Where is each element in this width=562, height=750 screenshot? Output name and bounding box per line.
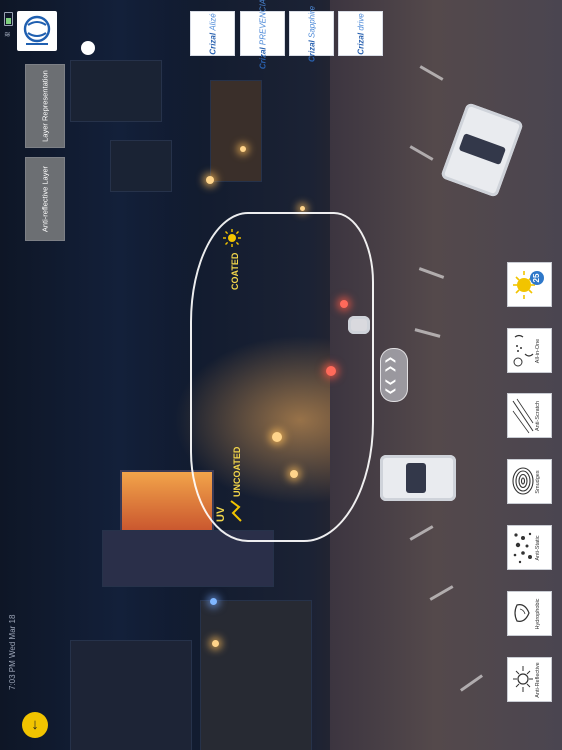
- brand-tile-label: Crizal Sapphire: [307, 5, 316, 62]
- chevron-down-icon: ❮: [385, 377, 397, 387]
- lens-outline: [190, 212, 374, 542]
- coating-slider-handle[interactable]: ❯ ❯ ❮ ❮: [380, 348, 408, 402]
- lane-marking: [419, 65, 444, 81]
- fingerprint-icon: [512, 467, 534, 495]
- all-in-one-icon: [513, 334, 534, 367]
- water-drop-icon: [514, 604, 530, 622]
- uv-index-number: 25: [530, 271, 544, 285]
- feature-anti-reflective[interactable]: Anti-Reflective: [507, 657, 552, 702]
- chevron-up-icon: ❯: [385, 364, 397, 374]
- essilor-logo-icon: [23, 15, 51, 45]
- status-bar: ≋ 7:03 PM Wed Mar 18: [0, 0, 18, 750]
- brand-tile-crizal-sapphire[interactable]: Crizal Sapphire: [289, 5, 334, 62]
- coated-label: COATED: [230, 252, 240, 290]
- status-time-date: 7:03 PM Wed Mar 18: [8, 614, 17, 690]
- chevron-up-icon: ❯: [385, 355, 397, 365]
- lane-marking: [409, 145, 434, 161]
- car: [380, 455, 456, 501]
- feature-all-in-one[interactable]: All-in-One: [507, 328, 552, 373]
- feature-hydrophobic[interactable]: Hydrophobic: [507, 591, 552, 636]
- feature-label: Hydrophobic: [535, 598, 541, 629]
- uv-ray-icon: [230, 500, 242, 522]
- building: [210, 80, 262, 182]
- arrow-down-icon: ↓: [31, 716, 39, 733]
- feature-anti-scratch[interactable]: Anti-Scratch: [507, 393, 552, 438]
- street-light: [240, 146, 246, 152]
- scratch-icon: [512, 398, 534, 434]
- street-light: [300, 206, 305, 211]
- wifi-icon: ≋: [4, 30, 11, 39]
- battery-icon: [4, 12, 13, 26]
- feature-label: All-in-One: [535, 338, 541, 363]
- particles-icon: [513, 532, 532, 564]
- lane-marking: [409, 525, 434, 541]
- street-light: [206, 176, 214, 184]
- lane-marking: [429, 585, 454, 601]
- feature-smudges[interactable]: Smudges: [507, 459, 552, 504]
- street-light: [210, 598, 217, 605]
- feature-label: Anti-Reflective: [535, 661, 541, 698]
- feature-label: Anti-Static: [535, 534, 541, 561]
- layer-representation-button[interactable]: Layer Representation: [25, 64, 65, 148]
- brand-tile-label: Crizal Alizé: [208, 12, 217, 55]
- brand-tile-label: Crizal PREVENCIA: [258, 0, 267, 69]
- lane-marking: [414, 328, 441, 338]
- building: [70, 640, 192, 750]
- street-light: [212, 640, 219, 647]
- feature-label: Anti-Scratch: [535, 400, 541, 431]
- lane-marking: [418, 267, 445, 279]
- uv-protection-badge[interactable]: 25: [507, 262, 552, 307]
- feature-label: Smudges: [535, 469, 541, 494]
- building: [110, 140, 172, 192]
- anti-reflective-layer-button[interactable]: Anti-reflective Layer: [25, 157, 65, 241]
- sun-ray-icon: [513, 666, 533, 692]
- brand-tile-crizal-prevencia[interactable]: Crizal PREVENCIA: [240, 0, 285, 69]
- layer-representation-label: Layer Representation: [40, 70, 50, 142]
- feature-anti-static[interactable]: Anti-Static: [507, 525, 552, 570]
- building: [70, 60, 162, 122]
- chevron-down-icon: ❮: [385, 386, 397, 396]
- anti-reflective-layer-label: Anti-reflective Layer: [40, 165, 50, 233]
- brand-tile-label: Crizal drive: [356, 12, 365, 55]
- lane-marking: [459, 674, 484, 692]
- brand-tile-crizal-drive[interactable]: Crizal drive: [338, 11, 383, 56]
- uncoated-label: UNCOATED: [232, 446, 242, 497]
- brand-logo[interactable]: [17, 11, 57, 51]
- uv-label: UV: [215, 506, 227, 522]
- brand-tile-crizal-alize[interactable]: Crizal Alizé: [190, 11, 235, 56]
- building: [200, 600, 312, 750]
- download-button[interactable]: ↓: [22, 712, 48, 738]
- indicator-dot: [81, 41, 95, 55]
- sun-icon: [223, 229, 241, 247]
